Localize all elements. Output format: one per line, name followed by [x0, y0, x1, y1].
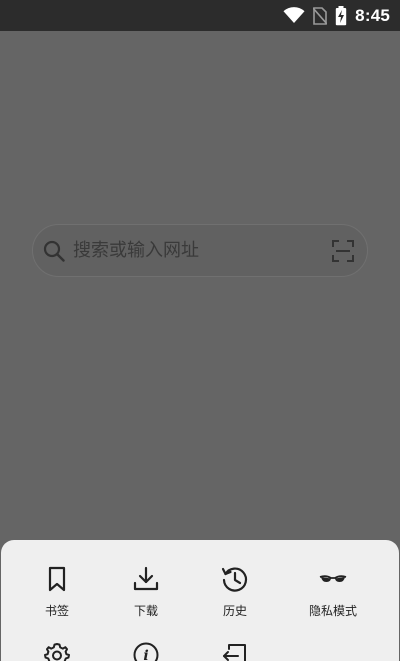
battery-charging-icon [335, 5, 347, 26]
menu-item-about[interactable]: i [101, 640, 191, 661]
menu-item-exit[interactable] [190, 640, 280, 661]
menu-item-downloads[interactable]: 下载 [101, 564, 191, 619]
info-icon: i [131, 640, 161, 661]
bottom-menu-sheet: 书签 下载 历史 隐私模式 i [1, 540, 399, 661]
scan-icon[interactable] [331, 239, 355, 263]
menu-label-downloads: 下载 [133, 604, 158, 618]
download-icon [131, 564, 161, 594]
menu-item-incognito[interactable]: 隐私模式 [288, 564, 378, 619]
wifi-icon [283, 7, 305, 24]
search-input[interactable] [73, 230, 331, 271]
menu-label-bookmarks: 书签 [44, 604, 69, 618]
exit-icon [220, 640, 250, 661]
search-icon [43, 240, 65, 262]
menu-item-bookmarks[interactable]: 书签 [12, 564, 102, 619]
clock-time: 8:45 [355, 5, 390, 25]
svg-text:i: i [143, 648, 148, 661]
menu-label-incognito: 隐私模式 [308, 604, 357, 618]
incognito-glasses-icon [318, 564, 348, 594]
no-sim-icon [313, 6, 328, 25]
history-icon [220, 564, 250, 594]
menu-label-history: 历史 [222, 604, 247, 618]
bookmark-icon [42, 564, 72, 594]
status-bar: 8:45 [0, 0, 400, 31]
settings-icon [42, 640, 72, 661]
menu-item-settings[interactable] [12, 640, 102, 661]
search-bar[interactable] [32, 224, 368, 277]
menu-item-history[interactable]: 历史 [190, 564, 280, 619]
